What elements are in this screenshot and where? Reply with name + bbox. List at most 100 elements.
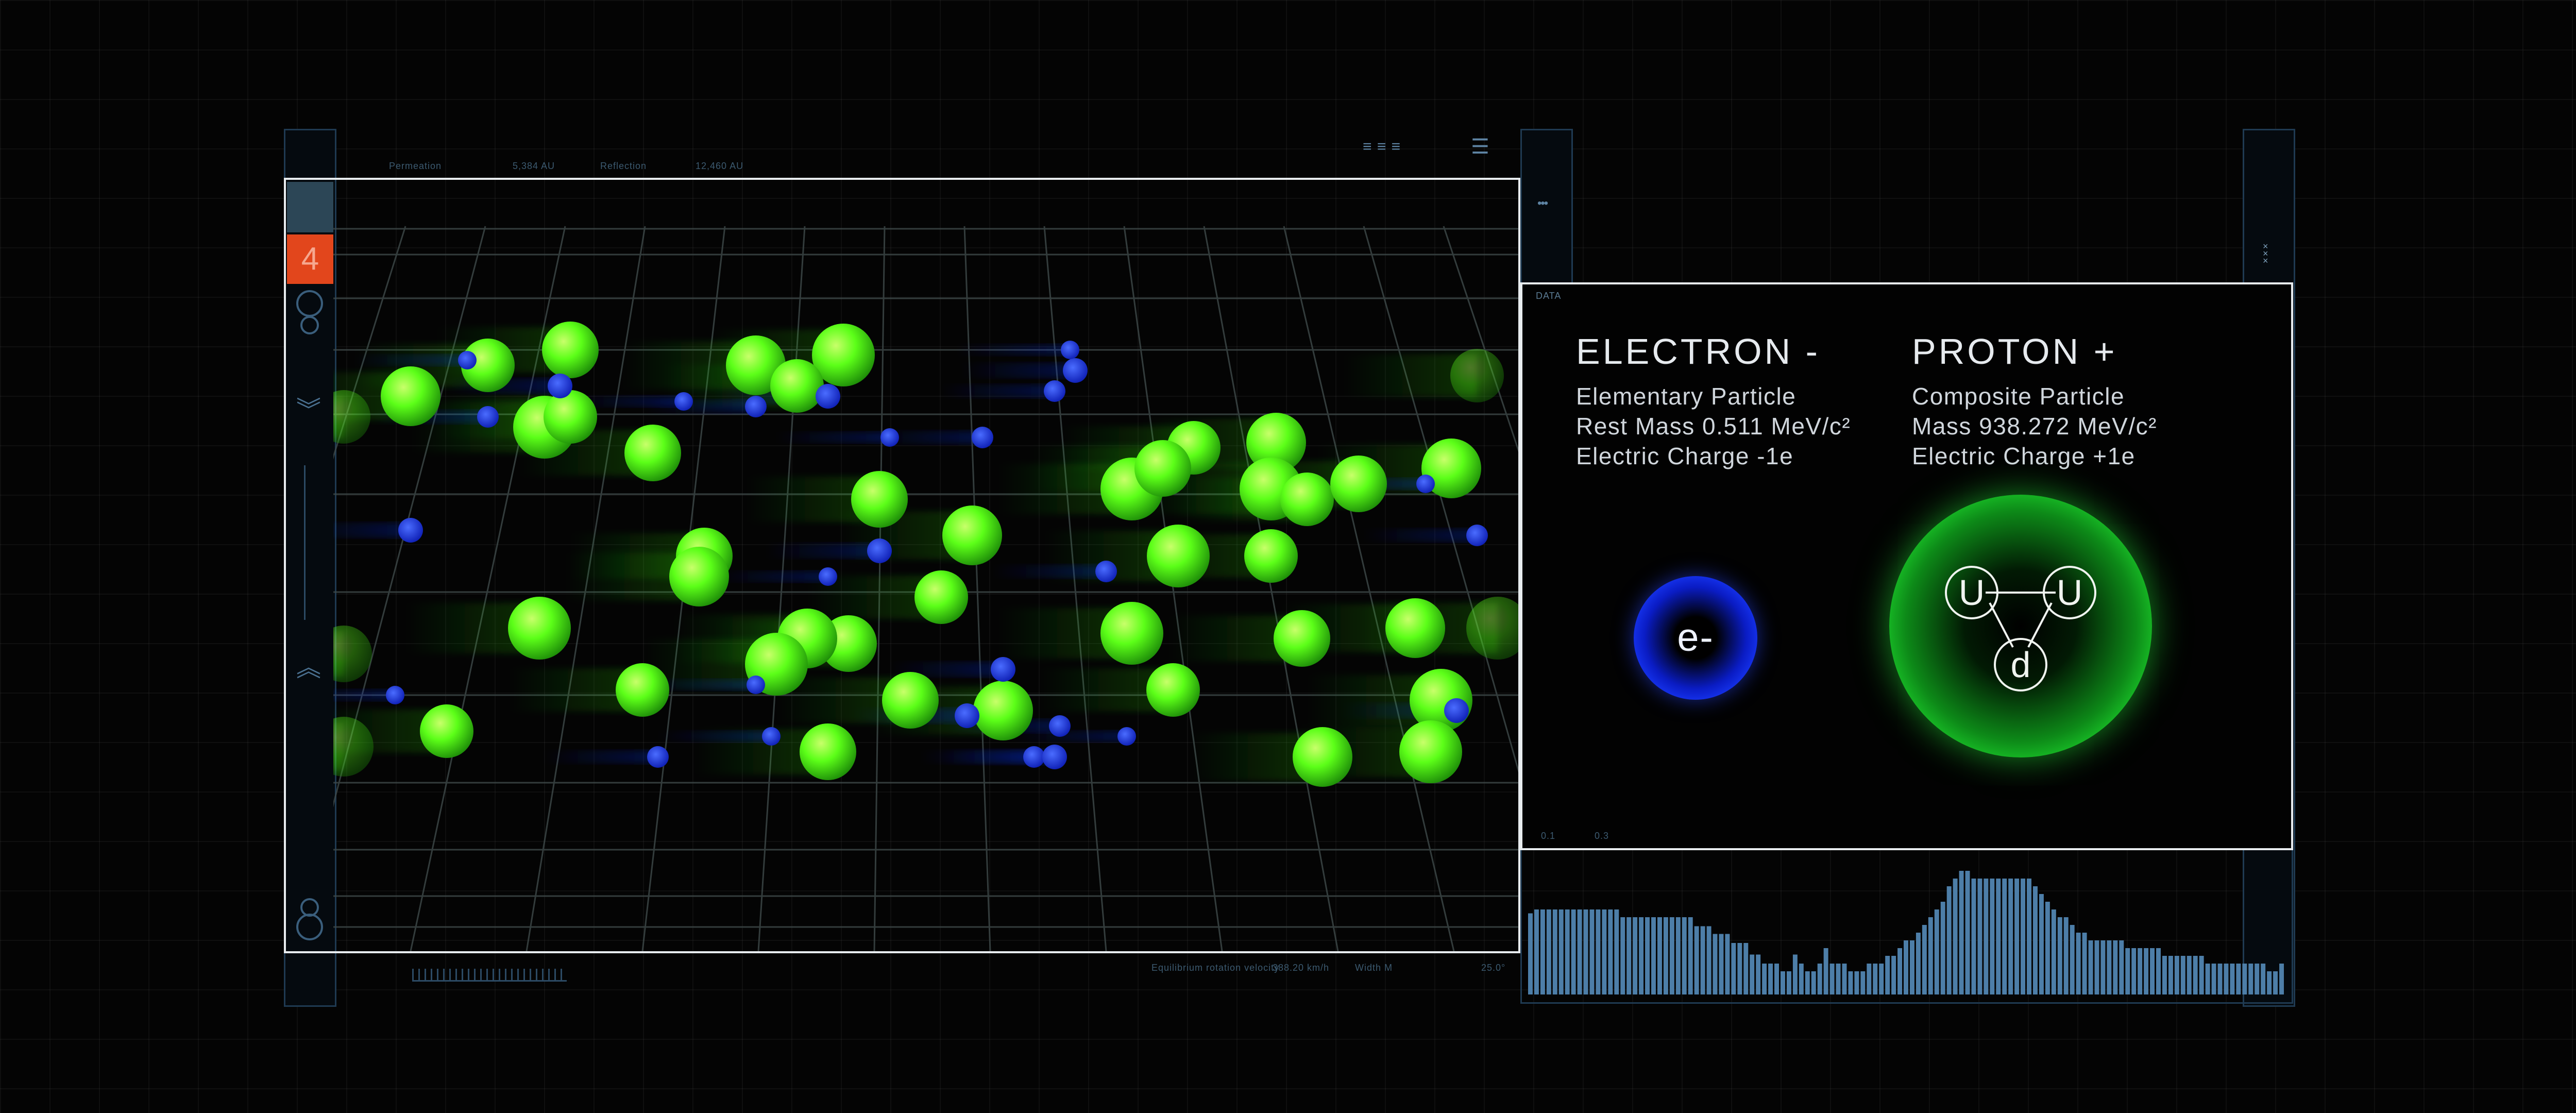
histogram-bar (1928, 917, 1933, 994)
histogram-bar (1799, 964, 1804, 994)
histogram-bar (1971, 879, 1976, 994)
histogram-bar (2131, 948, 2137, 994)
histogram-bar (2248, 964, 2253, 994)
histogram-bar (1885, 956, 1890, 994)
histogram-bar (1725, 934, 1730, 994)
histogram-bar (1583, 909, 1588, 994)
histogram-bar (1879, 964, 1884, 994)
histogram-bar (1904, 940, 1908, 994)
histogram-bar (1657, 917, 1662, 994)
histogram-bar (2045, 902, 2050, 994)
histogram-bar (2119, 940, 2124, 994)
histogram-bar (2187, 956, 2192, 994)
histogram-bar (1596, 909, 1601, 994)
header-glyphs: ≡ ≡ ≡ (1363, 138, 1401, 155)
histogram-bar (2082, 933, 2087, 994)
histogram-bar (2168, 956, 2173, 994)
more-dots-icon[interactable]: ••• (1537, 196, 1548, 211)
electron-type: Elementary Particle (1576, 383, 1797, 410)
histogram-bar (1633, 917, 1638, 994)
histogram-bar (2156, 948, 2161, 994)
histogram-bar (1700, 926, 1705, 994)
electron-mass: Rest Mass 0.511 MeV/c² (1576, 413, 1851, 440)
histogram-bar (1626, 917, 1632, 994)
histogram-bar (1713, 934, 1718, 994)
close-x-icon[interactable]: × × × (2263, 242, 2268, 265)
histogram-bar (1842, 964, 1847, 994)
panel-section-label: DATA (1536, 291, 1562, 301)
histogram-bar (1669, 917, 1674, 994)
quark-label: U (1959, 572, 1985, 613)
histogram-bar (2261, 964, 2266, 994)
histogram-bar (2107, 940, 2112, 994)
histogram-bar (2279, 964, 2284, 994)
histogram-bar (2076, 933, 2081, 994)
histogram-bar (1965, 871, 1970, 994)
histogram-bar (1552, 909, 1557, 994)
histogram-bar (1984, 879, 1989, 994)
histogram-bar (1805, 971, 1810, 994)
histogram-bar (2021, 879, 2026, 994)
histogram-bar (1688, 917, 1693, 994)
mid-rail: ••• (1520, 129, 1573, 285)
histogram-bar (1577, 909, 1582, 994)
histogram-bar (2008, 879, 2013, 994)
histogram-bar (1823, 948, 1828, 994)
quark-diagram: U U d (1945, 566, 2096, 692)
histogram-bar (1811, 971, 1816, 994)
histogram-bar (1897, 948, 1903, 994)
histogram-bar (2193, 956, 2198, 994)
histogram-bar (1639, 917, 1644, 994)
histogram-bar (2224, 964, 2229, 994)
histogram-bar (1781, 971, 1785, 994)
histogram-bar (2014, 879, 2020, 994)
histogram-bar (2039, 894, 2044, 994)
histogram-bar (1836, 964, 1841, 994)
quark-label: d (2011, 645, 2031, 685)
histogram-bar (1774, 964, 1779, 994)
histogram-bar (2180, 956, 2185, 994)
quark-label: U (2057, 572, 2083, 613)
stack-icon[interactable]: ☰ (1471, 135, 1490, 159)
histogram-bar (1909, 940, 1914, 994)
histogram-bar (1848, 971, 1853, 994)
histogram-bar (1867, 964, 1872, 994)
histogram-bar (2027, 879, 2031, 994)
panel-tick-label: 0.1 (1541, 831, 1556, 841)
histogram-bar (1534, 909, 1539, 994)
particle-info-panel: DATA 0.1 0.3 ELECTRON - Elementary Parti… (1520, 282, 2293, 850)
histogram-bar (1786, 971, 1791, 994)
histogram-bar (1608, 909, 1613, 994)
histogram-bar (1675, 917, 1681, 994)
proton-charge: Electric Charge +1e (1912, 443, 2136, 469)
histogram-bar (1682, 917, 1687, 994)
histogram-bar (2205, 964, 2210, 994)
histogram-bar (2199, 956, 2204, 994)
histogram-bar (1940, 902, 1945, 994)
histogram-bar (2033, 886, 2038, 994)
histogram-bar (1663, 917, 1668, 994)
histogram-bar (1589, 909, 1595, 994)
footer-label-rotation: Equilibrium rotation velocity (1151, 963, 1280, 973)
histogram-bar (1934, 909, 1939, 994)
histogram-bar (1792, 954, 1798, 994)
footer-value-rotation: 388.20 km/h (1273, 963, 1330, 973)
histogram-bar (2051, 909, 2056, 994)
histogram-bar (1873, 964, 1878, 994)
header-label-permeation: Permeation (389, 161, 442, 171)
histogram-bar (2070, 925, 2075, 994)
histogram-bar (1946, 886, 1952, 994)
histogram-bar (2230, 964, 2235, 994)
header-value-reflection: 12,460 AU (696, 161, 744, 171)
histogram-bar (2088, 940, 2093, 994)
histogram-bar (1750, 954, 1755, 994)
histogram-bar (1719, 934, 1724, 994)
bottom-scale-ruler[interactable] (412, 969, 567, 982)
histogram-bar (1977, 879, 1982, 994)
histogram-bar (2113, 940, 2118, 994)
histogram-bar (1558, 909, 1564, 994)
histogram-bar (2002, 879, 2007, 994)
electron-title: ELECTRON - (1576, 331, 1820, 372)
footer-label-width: Width M (1355, 963, 1393, 973)
histogram-bar (1731, 943, 1736, 994)
